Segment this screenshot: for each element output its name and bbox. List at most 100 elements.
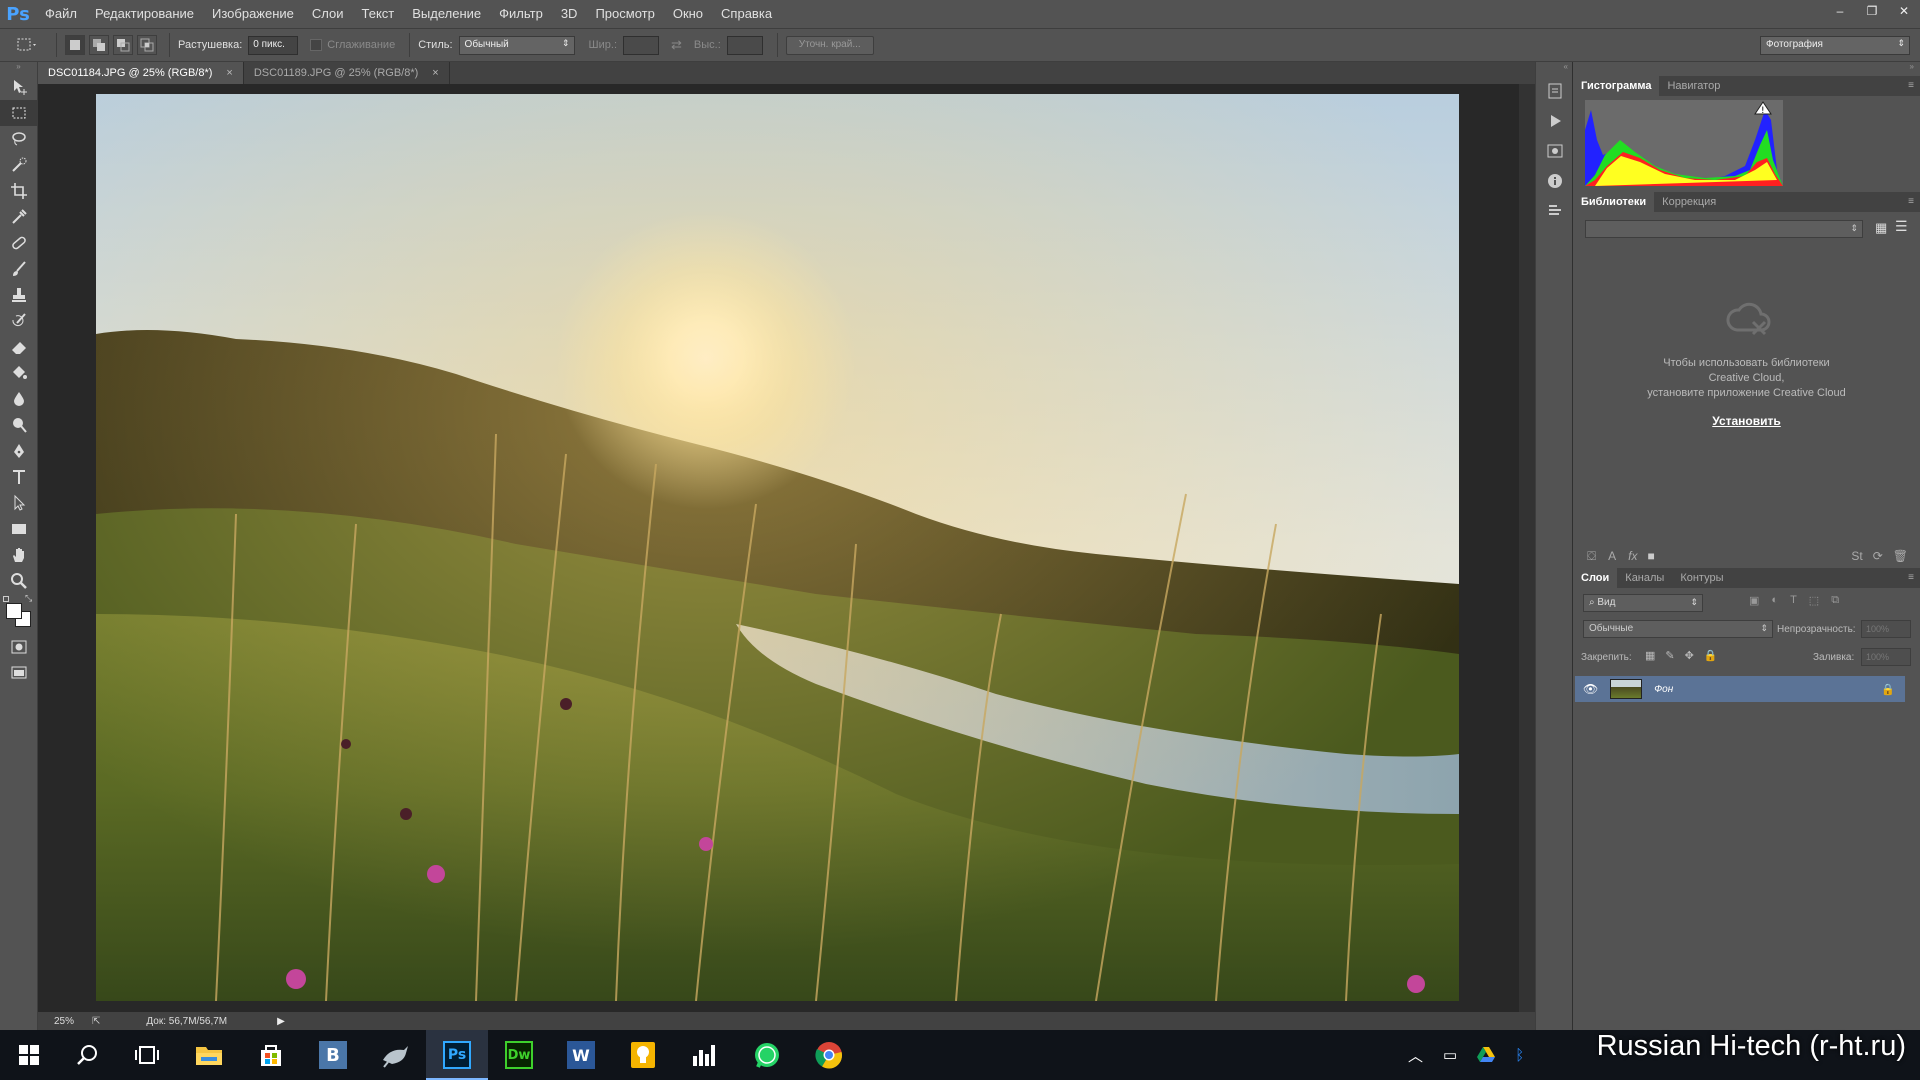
properties-panel-button[interactable] xyxy=(1536,196,1574,226)
word-taskbar-button[interactable]: W xyxy=(550,1030,612,1080)
adjustments-panel-button[interactable] xyxy=(1536,136,1574,166)
sync-icon[interactable]: ⟳ xyxy=(1873,549,1883,563)
lock-pixels-icon[interactable]: ✎ xyxy=(1665,649,1674,662)
list-view-icon[interactable]: ☰ xyxy=(1895,218,1908,235)
close-icon[interactable]: × xyxy=(432,67,438,79)
image-canvas[interactable] xyxy=(96,94,1459,1001)
clone-stamp-tool[interactable] xyxy=(0,282,38,308)
lock-transparency-icon[interactable]: ▦ xyxy=(1645,649,1655,662)
menu-type[interactable]: Текст xyxy=(353,0,404,28)
paint-icon[interactable]: ⛋ xyxy=(1587,549,1596,564)
menu-3d[interactable]: 3D xyxy=(552,0,587,28)
tray-expand-icon[interactable]: ︿ xyxy=(1408,1045,1423,1066)
actions-panel-button[interactable] xyxy=(1536,106,1574,136)
windows-start-button[interactable] xyxy=(0,1030,58,1080)
quick-mask-button[interactable] xyxy=(0,634,38,660)
mail-button[interactable] xyxy=(364,1030,426,1080)
blur-tool[interactable] xyxy=(0,386,38,412)
bluetooth-icon[interactable]: ᛒ xyxy=(1515,1047,1524,1064)
dreamweaver-taskbar-button[interactable]: Dw xyxy=(488,1030,550,1080)
history-brush-tool[interactable] xyxy=(0,308,38,334)
grid-view-icon[interactable]: ▦ xyxy=(1875,220,1887,236)
layer-filter-select[interactable]: ⌕ Вид ⇕ xyxy=(1583,594,1703,612)
menu-help[interactable]: Справка xyxy=(712,0,781,28)
default-colors-icon[interactable] xyxy=(3,596,9,602)
library-select[interactable]: ⇕ xyxy=(1585,220,1863,238)
vertical-scrollbar[interactable] xyxy=(1519,84,1535,1012)
lock-position-icon[interactable]: ✥ xyxy=(1685,649,1694,662)
tray-keyboard-icon[interactable]: ▭ xyxy=(1443,1046,1457,1064)
fill-input[interactable]: 100% xyxy=(1861,648,1911,666)
history-panel-button[interactable] xyxy=(1536,76,1574,106)
tab-paths[interactable]: Контуры xyxy=(1672,568,1731,588)
graphic-icon[interactable]: ■ xyxy=(1648,549,1655,563)
eyedropper-tool[interactable] xyxy=(0,204,38,230)
file-explorer-button[interactable] xyxy=(178,1030,240,1080)
taskbar-search-button[interactable] xyxy=(58,1030,116,1080)
adjustment-filter-icon[interactable]: ◐ xyxy=(1771,594,1778,607)
tab-adjustments[interactable]: Коррекция xyxy=(1654,192,1724,212)
move-tool[interactable] xyxy=(0,74,38,100)
zoom-tool[interactable] xyxy=(0,568,38,594)
height-input[interactable] xyxy=(726,35,763,55)
brush-tool[interactable] xyxy=(0,256,38,282)
swap-dimensions-icon[interactable]: ⇄ xyxy=(671,37,682,53)
color-swatches[interactable]: ⤡ xyxy=(0,593,38,634)
tab-libraries[interactable]: Библиотеки xyxy=(1573,192,1655,212)
crop-tool[interactable] xyxy=(0,178,38,204)
close-icon[interactable]: × xyxy=(226,67,232,79)
quick-selection-tool[interactable] xyxy=(0,152,38,178)
minimize-button[interactable]: – xyxy=(1824,0,1856,22)
opacity-input[interactable]: 100% xyxy=(1861,620,1911,638)
rectangle-tool[interactable] xyxy=(0,516,38,542)
screen-mode-button[interactable] xyxy=(0,660,38,686)
photoshop-logo[interactable]: Ps xyxy=(0,0,36,28)
subtract-selection-button[interactable] xyxy=(113,35,133,55)
tab-navigator[interactable]: Навигатор xyxy=(1659,76,1728,96)
menu-select[interactable]: Выделение xyxy=(403,0,490,28)
menu-filter[interactable]: Фильтр xyxy=(490,0,552,28)
eye-icon[interactable]: 👁 xyxy=(1583,682,1598,696)
new-selection-button[interactable] xyxy=(65,35,85,55)
panel-menu-icon[interactable]: ≡ xyxy=(1908,196,1914,207)
fx-icon[interactable]: fx xyxy=(1628,549,1637,563)
trash-icon[interactable]: 🗑 xyxy=(1893,549,1908,563)
menu-file[interactable]: Файл xyxy=(36,0,86,28)
intersect-selection-button[interactable] xyxy=(137,35,157,55)
store-button[interactable] xyxy=(240,1030,302,1080)
tips-taskbar-button[interactable] xyxy=(612,1030,674,1080)
whatsapp-taskbar-button[interactable] xyxy=(736,1030,798,1080)
healing-brush-tool[interactable] xyxy=(0,230,38,256)
paint-bucket-tool[interactable] xyxy=(0,360,38,386)
style-select[interactable]: Обычный ⇕ xyxy=(458,35,575,55)
type-filter-icon[interactable]: T xyxy=(1790,594,1797,607)
layer-row[interactable]: 👁 Фон 🔒 xyxy=(1575,676,1905,702)
swap-colors-icon[interactable]: ⤡ xyxy=(25,593,32,604)
vk-button[interactable]: B xyxy=(302,1030,364,1080)
restore-button[interactable]: ❐ xyxy=(1856,0,1888,22)
feather-input[interactable]: 0 пикс. xyxy=(248,35,299,55)
status-menu-arrow-icon[interactable]: ▶ xyxy=(277,1016,285,1027)
zoom-level[interactable]: 25% xyxy=(54,1016,84,1027)
path-selection-tool[interactable] xyxy=(0,490,38,516)
close-button[interactable]: ✕ xyxy=(1888,0,1920,22)
rect-marquee-tool[interactable] xyxy=(0,100,38,126)
collapse-icon[interactable]: » xyxy=(0,62,37,74)
tab-document-1[interactable]: DSC01184.JPG @ 25% (RGB/8*) × xyxy=(38,62,244,84)
width-input[interactable] xyxy=(623,35,660,55)
type-style-icon[interactable]: A xyxy=(1608,549,1616,563)
tab-layers[interactable]: Слои xyxy=(1573,568,1618,588)
info-panel-button[interactable] xyxy=(1536,166,1574,196)
menu-window[interactable]: Окно xyxy=(664,0,712,28)
collapse-icon[interactable]: « xyxy=(1536,62,1572,76)
marquee-preset-picker[interactable] xyxy=(10,35,44,55)
add-selection-button[interactable] xyxy=(89,35,109,55)
tab-histogram[interactable]: Гистограмма xyxy=(1573,76,1660,96)
install-link[interactable]: Установить xyxy=(1573,414,1920,428)
panel-menu-icon[interactable]: ≡ xyxy=(1908,572,1914,583)
tab-document-2[interactable]: DSC01189.JPG @ 25% (RGB/8*) × xyxy=(244,62,450,84)
pixel-filter-icon[interactable]: ▣ xyxy=(1749,594,1759,607)
menu-view[interactable]: Просмотр xyxy=(586,0,663,28)
charts-taskbar-button[interactable] xyxy=(674,1030,736,1080)
shape-filter-icon[interactable]: ⬚ xyxy=(1809,594,1819,607)
